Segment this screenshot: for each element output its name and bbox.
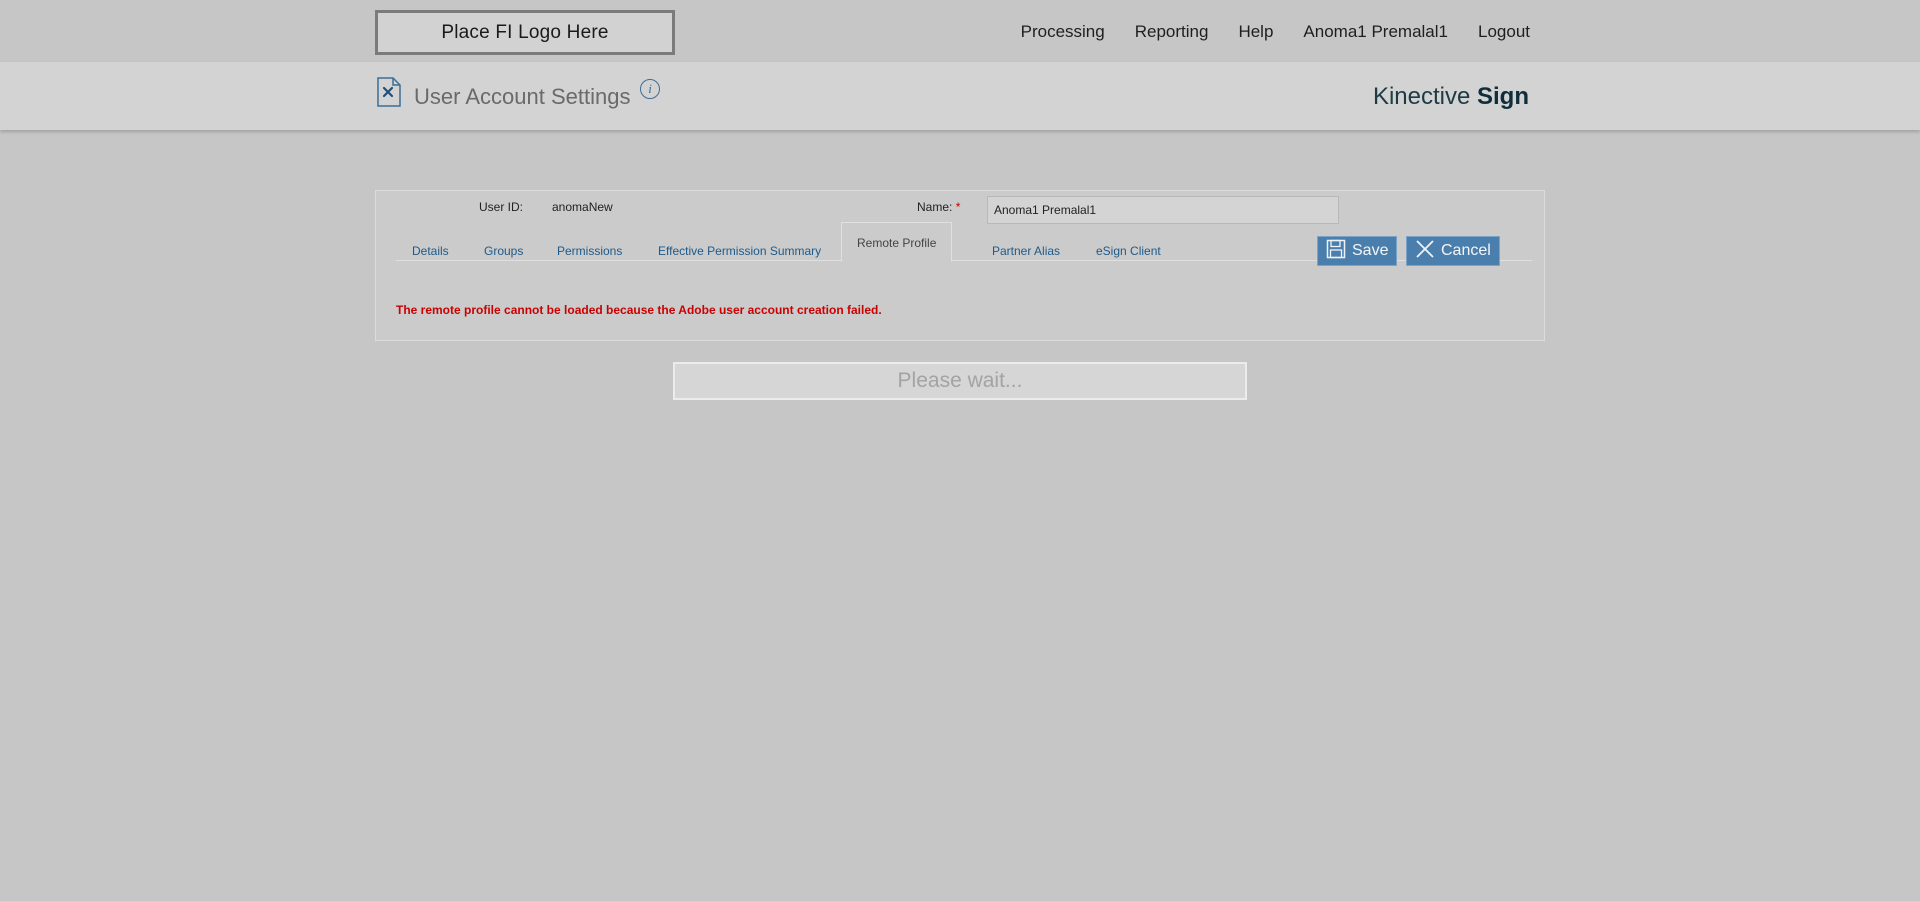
name-field[interactable] xyxy=(987,196,1339,224)
info-icon[interactable]: i xyxy=(640,79,660,99)
page-title: User Account Settings xyxy=(414,84,631,109)
close-icon xyxy=(1415,239,1441,264)
document-x-icon xyxy=(376,77,402,107)
save-button[interactable]: Save xyxy=(1317,236,1397,266)
tab-partner-alias[interactable]: Partner Alias xyxy=(992,231,1060,262)
error-message: The remote profile cannot be loaded beca… xyxy=(396,303,882,317)
nav-help[interactable]: Help xyxy=(1238,22,1273,42)
floppy-disk-icon xyxy=(1326,239,1352,264)
logo-placeholder[interactable]: Place FI Logo Here xyxy=(375,10,675,55)
brand-light-text: Kinective xyxy=(1372,83,1477,110)
nav-processing[interactable]: Processing xyxy=(1021,22,1105,42)
tab-groups[interactable]: Groups xyxy=(484,231,523,262)
save-button-label: Save xyxy=(1352,242,1389,259)
tab-details[interactable]: Details xyxy=(412,231,449,262)
cancel-button-label: Cancel xyxy=(1441,242,1491,259)
tab-permissions[interactable]: Permissions xyxy=(557,231,622,262)
name-label-text: Name: xyxy=(917,200,953,214)
nav-user-name[interactable]: Anoma1 Premalal1 xyxy=(1303,22,1448,42)
main-nav: Processing Reporting Help Anoma1 Premala… xyxy=(991,22,1530,42)
tab-effective-permission-summary[interactable]: Effective Permission Summary xyxy=(658,231,821,262)
cancel-button[interactable]: Cancel xyxy=(1406,236,1500,266)
user-settings-panel: User ID: anomaNew Name: * Details Groups… xyxy=(375,190,1545,341)
brand-logo: Kinective Sign xyxy=(1373,83,1529,111)
user-id-value: anomaNew xyxy=(552,200,613,214)
tab-esign-client[interactable]: eSign Client xyxy=(1096,231,1161,262)
nav-reporting[interactable]: Reporting xyxy=(1135,22,1209,42)
top-navigation-bar: Place FI Logo Here Processing Reporting … xyxy=(0,0,1920,62)
required-marker: * xyxy=(955,200,961,214)
tab-remote-profile[interactable]: Remote Profile xyxy=(841,222,953,262)
name-label: Name: * xyxy=(917,200,960,214)
user-id-label: User ID: xyxy=(479,200,524,214)
brand-bold-text: Sign xyxy=(1477,83,1529,110)
please-wait-indicator: Please wait... xyxy=(673,362,1247,400)
page-header: User Account Settings i Kinective Sign xyxy=(0,62,1920,130)
nav-logout[interactable]: Logout xyxy=(1478,22,1530,42)
